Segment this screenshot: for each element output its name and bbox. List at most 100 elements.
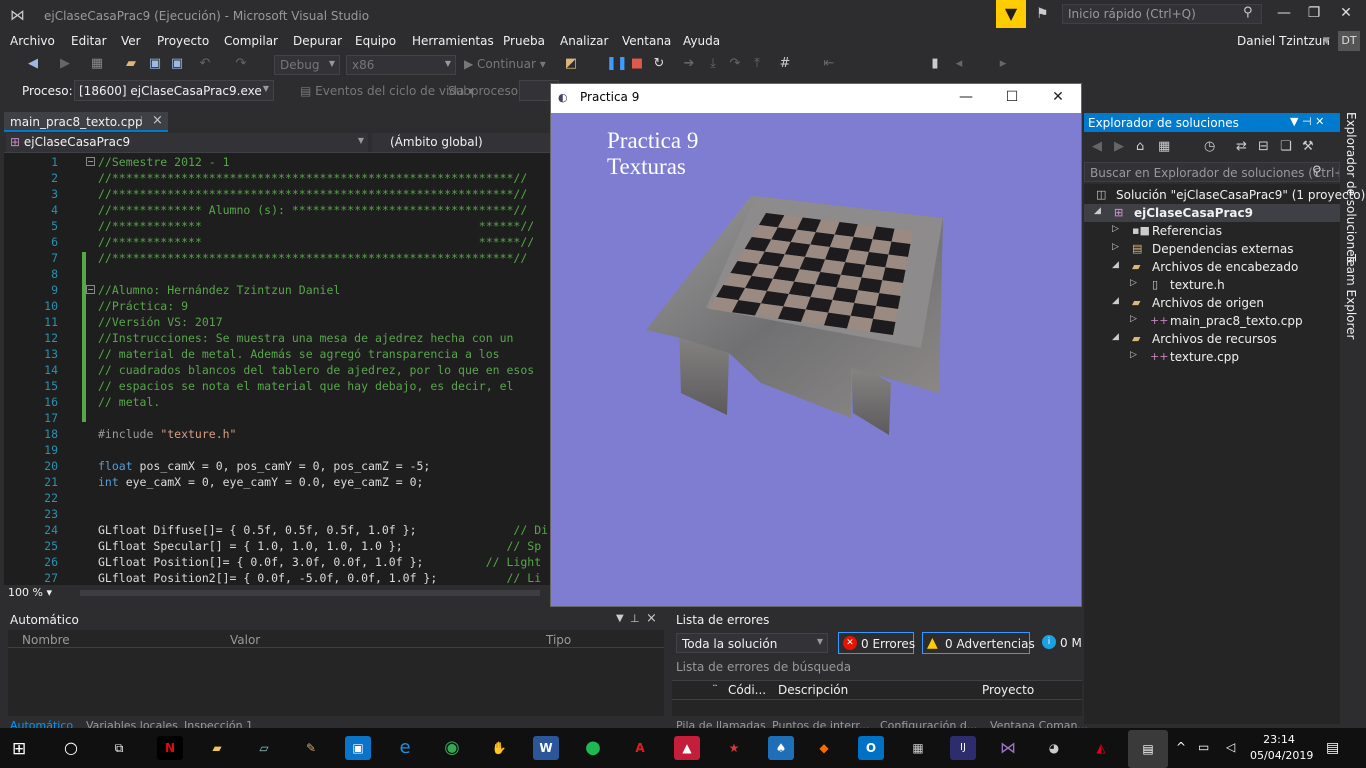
close-icon[interactable]: × (646, 611, 657, 626)
outlook-icon[interactable]: O (858, 736, 884, 760)
expand-arrow-icon[interactable]: ◢ (1094, 206, 1101, 216)
wrench-icon[interactable]: ⚒ (1302, 139, 1314, 154)
windows-start-icon[interactable]: ⊞ (12, 739, 32, 759)
menu-equipo[interactable]: Equipo (355, 34, 396, 48)
code-line[interactable]: //Práctica: 9 (98, 299, 188, 313)
continue-button[interactable]: ▶ Continuar ▾ (464, 57, 546, 71)
new-project-icon[interactable]: ▦ (88, 56, 106, 71)
expand-arrow-icon[interactable]: ◢ (1112, 332, 1119, 342)
collapse-arrow-icon[interactable]: ▷ (1130, 314, 1137, 324)
gimp-icon[interactable]: ◕ (1041, 736, 1067, 760)
poker-icon[interactable]: ♠ (768, 736, 794, 760)
auto-panel-body[interactable] (8, 648, 664, 716)
errors-filter-button[interactable]: ✕ 0 Errores (838, 632, 915, 654)
code-line[interactable]: //************* Alumno (s): ************… (98, 203, 527, 217)
autodesk-icon[interactable]: A (627, 736, 653, 760)
platform-select[interactable]: x86 ▼ (346, 55, 456, 75)
cortana-icon[interactable]: ○ (58, 736, 84, 760)
visual-studio-icon[interactable]: ⋈ (995, 736, 1021, 760)
chevron-down-icon[interactable]: ▼ (616, 613, 624, 624)
git-icon[interactable]: ◆ (811, 736, 837, 760)
tree-item-dependencias[interactable]: ▷ ▤ Dependencias externas (1112, 242, 1293, 260)
switch-views-icon[interactable]: ▦ (1158, 139, 1170, 154)
forward-icon[interactable]: ▶ (1114, 139, 1124, 154)
tree-item-texture-cpp[interactable]: ▷ ++ texture.cpp (1130, 350, 1239, 368)
error-list-body[interactable] (672, 700, 1082, 716)
step-into-icon[interactable]: ⤓ (704, 56, 722, 71)
stop-icon[interactable]: ■ (628, 56, 646, 71)
code-line[interactable]: //Semestre 2012 - 1 (98, 155, 230, 169)
tab-team-explorer[interactable]: Team Explorer (1344, 254, 1358, 340)
undo-icon[interactable]: ↶ (196, 56, 214, 71)
pin-icon[interactable]: ⊥ (630, 612, 640, 625)
maximize-button[interactable]: ❐ (1304, 5, 1324, 21)
tree-item-origen[interactable]: ◢ ▰ Archivos de origen (1112, 296, 1264, 314)
sort-icon[interactable]: ¨ (712, 683, 718, 697)
code-line[interactable]: //Instrucciones: Se muestra una mesa de … (98, 331, 513, 345)
chevron-up-icon[interactable]: ^ (1176, 740, 1186, 754)
opengl-app-icon[interactable]: ▤ (1128, 730, 1168, 768)
home-icon[interactable]: ⌂ (1136, 139, 1144, 154)
code-line[interactable]: int eye_camX = 0, eye_camY = 0.0, eye_ca… (98, 475, 423, 489)
code-line[interactable]: //**************************************… (98, 187, 527, 201)
menu-depurar[interactable]: Depurar (293, 34, 342, 48)
zoom-level[interactable]: 100 % ▾ (8, 586, 52, 599)
pokerstars-icon[interactable]: ★ (721, 736, 747, 760)
menu-compilar[interactable]: Compilar (224, 34, 278, 48)
code-line[interactable]: GLfloat Specular[] = { 1.0, 1.0, 1.0, 1.… (98, 539, 541, 553)
code-line[interactable]: // espacios se nota el material que hay … (98, 379, 513, 393)
step-out-icon[interactable]: ⤒ (748, 56, 766, 71)
minimize-button[interactable]: — (956, 89, 976, 105)
error-scope-select[interactable]: Toda la solución ▼ (676, 633, 828, 653)
global-scope-select[interactable]: (Ámbito global) (372, 133, 550, 152)
back-icon[interactable]: ◀ (1092, 139, 1102, 154)
opengl-canvas[interactable] (551, 113, 1081, 606)
tree-item-texture-h[interactable]: ▷ ▯ texture.h (1130, 278, 1225, 296)
spotify-icon[interactable]: ● (580, 736, 606, 760)
show-next-statement-icon[interactable]: ➔ (680, 56, 698, 71)
collapse-icon[interactable]: − (86, 285, 95, 294)
code-line[interactable]: GLfloat Diffuse[]= { 0.5f, 0.5f, 0.5f, 1… (98, 523, 548, 537)
pause-icon[interactable]: ❚❚ (606, 56, 628, 71)
warnings-filter-button[interactable]: ▲ 0 Advertencias (922, 632, 1035, 654)
next-bookmark-icon[interactable]: ▸ (994, 56, 1012, 71)
collapse-arrow-icon[interactable]: ▷ (1112, 224, 1119, 234)
code-line[interactable]: GLfloat Position2[]= { 0.0f, -5.0f, 0.0f… (98, 571, 541, 585)
maximize-button[interactable]: ☐ (1002, 89, 1022, 105)
hex-display-icon[interactable]: # (776, 56, 794, 71)
configuration-select[interactable]: Debug ▼ (274, 55, 340, 75)
menu-herramientas[interactable]: Herramientas (412, 34, 494, 48)
search-icon[interactable]: ⚲ (1243, 5, 1253, 20)
menu-editar[interactable]: Editar (71, 34, 107, 48)
column-name[interactable]: Nombre (22, 633, 70, 647)
code-line[interactable]: //************* ******// (98, 235, 534, 249)
menu-archivo[interactable]: Archivo (10, 34, 55, 48)
tree-item-project[interactable]: ◢ ⊞ ejClaseCasaPrac9 (1094, 206, 1253, 224)
intellij-icon[interactable]: IJ (950, 736, 976, 760)
collapse-icon[interactable]: − (86, 157, 95, 166)
close-button[interactable]: ✕ (1336, 5, 1356, 21)
pin-icon[interactable]: ⊣ (1302, 115, 1312, 128)
code-line[interactable]: GLfloat Position[]= { 0.0f, 3.0f, 0.0f, … (98, 555, 541, 569)
horizontal-scrollbar[interactable] (80, 590, 540, 596)
step-over-icon[interactable]: ↷ (726, 56, 744, 71)
code-line[interactable]: // cuadrados blancos del tablero de ajed… (98, 363, 534, 377)
close-button[interactable]: ✕ (1048, 89, 1068, 105)
messages-filter-button[interactable]: i 0 M (1040, 632, 1082, 654)
search-icon[interactable]: ⚲ (1312, 164, 1322, 179)
back-icon[interactable]: ◀ (24, 56, 42, 71)
bookmark-icon[interactable]: ▮ (926, 56, 944, 71)
code-line[interactable]: //**************************************… (98, 251, 527, 265)
chrome-icon[interactable]: ◉ (439, 736, 465, 760)
code-line[interactable]: #include "texture.h" (98, 427, 236, 441)
acrobat-icon[interactable]: ◭ (1088, 736, 1114, 760)
prev-bookmark-icon[interactable]: ◂ (950, 56, 968, 71)
code-line[interactable]: // material de metal. Además se agregó t… (98, 347, 500, 361)
feedback-icon[interactable]: ⚑ (1036, 6, 1049, 22)
expand-arrow-icon[interactable]: ◢ (1112, 260, 1119, 270)
collapse-all-icon[interactable]: ⊟ (1258, 139, 1269, 154)
tree-item-recursos[interactable]: ◢ ▰ Archivos de recursos (1112, 332, 1277, 350)
task-view-icon[interactable]: ⧉ (106, 736, 132, 760)
menu-analizar[interactable]: Analizar (560, 34, 608, 48)
solution-search-input[interactable]: Buscar en Explorador de soluciones (Ctrl… (1084, 162, 1340, 182)
